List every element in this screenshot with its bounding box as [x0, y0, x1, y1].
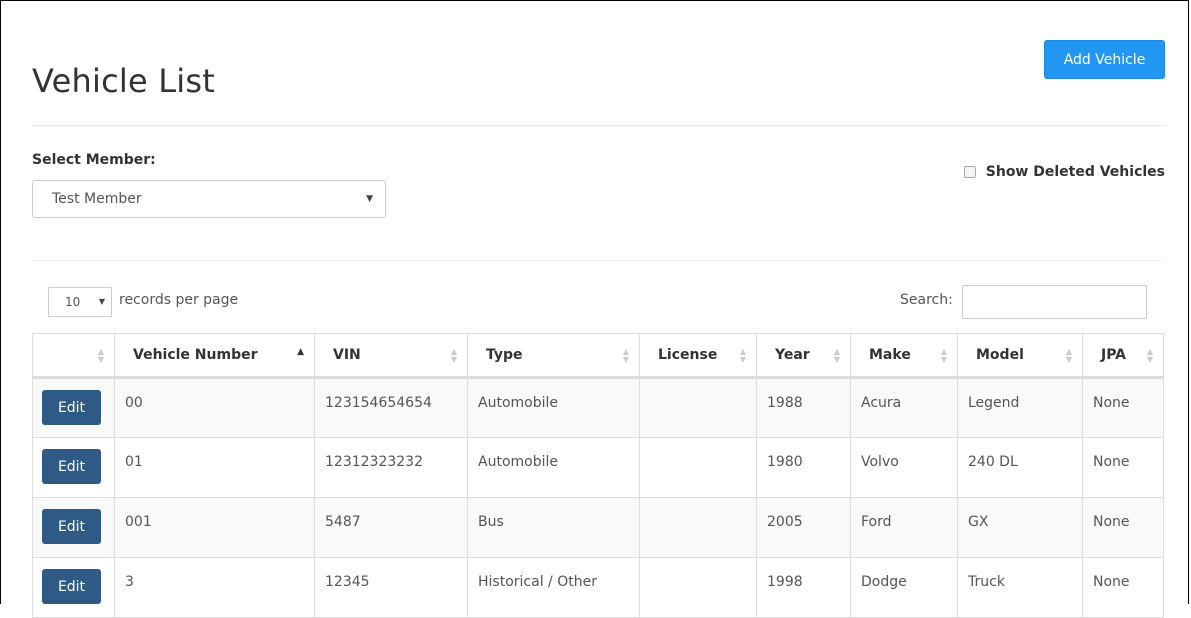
cell-model: 240 DL: [957, 437, 1083, 498]
cell-type: Automobile: [467, 437, 640, 498]
table-row: Edit 00 123154654654 Automobile 1988 Acu…: [32, 377, 1164, 438]
sort-icon: ▲ ▼: [833, 347, 840, 364]
cell-vehicle-number: 3: [114, 557, 315, 618]
header-divider: [32, 125, 1165, 126]
cell-type: Historical / Other: [467, 557, 640, 618]
cell-license: [639, 377, 757, 438]
column-header-year[interactable]: Year ▲ ▼: [756, 333, 851, 379]
column-header-actions[interactable]: ▲ ▼: [32, 333, 115, 379]
add-vehicle-button[interactable]: Add Vehicle: [1044, 40, 1165, 79]
column-header-make[interactable]: Make ▲ ▼: [850, 333, 958, 379]
cell-year: 1988: [756, 377, 851, 438]
cell-type: Bus: [467, 497, 640, 558]
column-header-type[interactable]: Type ▲ ▼: [467, 333, 640, 379]
search-label: Search:: [900, 292, 953, 308]
cell-model: GX: [957, 497, 1083, 558]
page-title: Vehicle List: [32, 62, 215, 100]
sort-icon: ▲ ▼: [622, 347, 629, 364]
cell-vin: 123154654654: [314, 377, 468, 438]
cell-make: Ford: [850, 497, 958, 558]
cell-vin: 12312323232: [314, 437, 468, 498]
cell-license: [639, 437, 757, 498]
sort-icon: ▲ ▼: [1146, 347, 1153, 364]
sort-icon: ▲ ▼: [739, 347, 746, 364]
table-row: Edit 001 5487 Bus 2005 Ford GX None: [32, 497, 1164, 558]
cell-vehicle-number: 00: [114, 377, 315, 438]
sort-icon: ▲ ▼: [97, 347, 104, 364]
table-header-row: ▲ ▼ Vehicle Number ▲ VIN ▲ ▼ Type ▲ ▼ License ▲…: [32, 333, 1164, 379]
column-header-jpa[interactable]: JPA ▲ ▼: [1082, 333, 1164, 379]
vehicle-table: ▲ ▼ Vehicle Number ▲ VIN ▲ ▼ Type ▲ ▼ License ▲…: [32, 333, 1164, 618]
edit-button[interactable]: Edit: [42, 569, 101, 604]
cell-type: Automobile: [467, 377, 640, 438]
cell-jpa: None: [1082, 437, 1164, 498]
table-row: Edit 3 12345 Historical / Other 1998 Dod…: [32, 557, 1164, 618]
cell-vehicle-number: 001: [114, 497, 315, 558]
cell-vin: 12345: [314, 557, 468, 618]
edit-button[interactable]: Edit: [42, 390, 101, 425]
select-member-label: Select Member:: [32, 152, 156, 168]
cell-jpa: None: [1082, 557, 1164, 618]
search-input[interactable]: [962, 285, 1147, 319]
show-deleted-toggle[interactable]: Show Deleted Vehicles: [963, 164, 1165, 180]
edit-button[interactable]: Edit: [42, 449, 101, 484]
cell-model: Truck: [957, 557, 1083, 618]
cell-vehicle-number: 01: [114, 437, 315, 498]
show-deleted-label: Show Deleted Vehicles: [985, 164, 1165, 180]
column-header-model[interactable]: Model ▲ ▼: [957, 333, 1083, 379]
chevron-down-icon: ▼: [366, 194, 373, 204]
chevron-down-icon: ▼: [98, 297, 105, 306]
cell-year: 2005: [756, 497, 851, 558]
page-length-value: 10: [65, 295, 81, 309]
page-length-label: records per page: [119, 292, 239, 308]
column-header-license[interactable]: License ▲ ▼: [639, 333, 757, 379]
sort-ascending-icon: ▲: [297, 347, 304, 357]
cell-license: [639, 557, 757, 618]
cell-jpa: None: [1082, 377, 1164, 438]
cell-vin: 5487: [314, 497, 468, 558]
cell-jpa: None: [1082, 497, 1164, 558]
column-header-vin[interactable]: VIN ▲ ▼: [314, 333, 468, 379]
edit-button[interactable]: Edit: [42, 509, 101, 544]
cell-make: Acura: [850, 377, 958, 438]
column-header-vehicle-number[interactable]: Vehicle Number ▲: [114, 333, 315, 379]
page-length-select[interactable]: 10 ▼: [48, 287, 112, 317]
member-select[interactable]: Test Member ▼: [32, 180, 386, 218]
sort-icon: ▲ ▼: [450, 347, 457, 364]
cell-make: Volvo: [850, 437, 958, 498]
sort-icon: ▲ ▼: [1065, 347, 1072, 364]
cell-year: 1980: [756, 437, 851, 498]
cell-model: Legend: [957, 377, 1083, 438]
section-divider: [32, 260, 1165, 261]
member-select-value: Test Member: [52, 191, 142, 207]
table-row: Edit 01 12312323232 Automobile 1980 Volv…: [32, 437, 1164, 498]
cell-year: 1998: [756, 557, 851, 618]
show-deleted-checkbox[interactable]: [963, 166, 976, 178]
cell-make: Dodge: [850, 557, 958, 618]
sort-icon: ▲ ▼: [940, 347, 947, 364]
cell-license: [639, 497, 757, 558]
